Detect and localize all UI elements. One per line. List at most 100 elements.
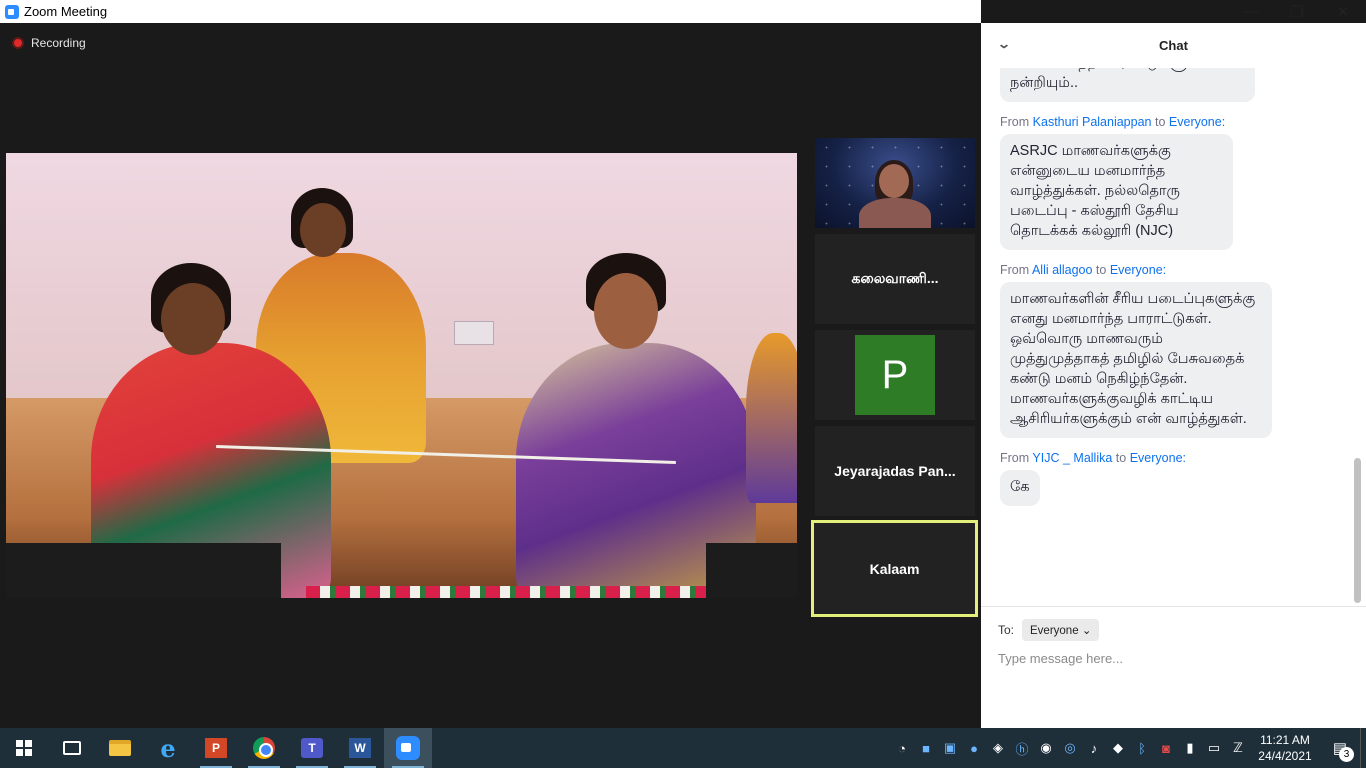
word-icon: W xyxy=(349,738,371,758)
chrome-button[interactable] xyxy=(240,728,288,768)
message-bubble: ... மனமார்ந்த பாராட்டுகளும் நன்றியும்.. xyxy=(1000,68,1255,102)
speaker-left xyxy=(6,543,281,598)
chat-messages: ... மனமார்ந்த பாராட்டுகளும் நன்றியும்.. … xyxy=(981,68,1351,608)
taskbar: e P T W ◔ ■ ▣ ● ◈ ⓗ ◉ ◎ ♪ ◆ ᛒ ◙ ▮ ▭ ℤ 11… xyxy=(0,728,1366,768)
internet-explorer-icon: e xyxy=(160,733,176,763)
message-bubble: கே xyxy=(1000,470,1040,506)
zoom-logo-icon xyxy=(5,4,19,19)
participant-avatar: P xyxy=(855,335,935,415)
window-controls: — ❐ ✕ xyxy=(1228,0,1366,23)
chat-scrollbar[interactable] xyxy=(1354,68,1361,608)
internet-explorer-button[interactable]: e xyxy=(144,728,192,768)
message-bubble: மாணவர்களின் சீரிய படைப்புகளுக்கு எனது மன… xyxy=(1000,282,1272,438)
recipient-name: Everyone: xyxy=(1109,263,1167,277)
recipient-name: Everyone: xyxy=(1129,451,1186,465)
language-icon[interactable]: ℤ xyxy=(1226,728,1250,768)
system-tray: ◔ ■ ▣ ● ◈ ⓗ ◉ ◎ ♪ ◆ ᛒ ◙ ▮ ▭ ℤ 11:21 AM 2… xyxy=(890,728,1366,768)
file-explorer-button[interactable] xyxy=(96,728,144,768)
participant-face xyxy=(879,164,909,198)
performer-edge xyxy=(746,333,797,503)
from-label: From xyxy=(1000,115,1030,129)
sync-icon[interactable]: ◎ xyxy=(1058,728,1082,768)
minimize-button[interactable]: — xyxy=(1228,0,1274,23)
wall-socket xyxy=(454,321,494,345)
windows-icon xyxy=(16,740,32,756)
participant-body xyxy=(859,198,931,228)
volume-icon[interactable]: ♪ xyxy=(1082,728,1106,768)
speaker-right xyxy=(706,543,797,598)
clock[interactable]: 11:21 AM 24/4/2021 xyxy=(1250,732,1320,764)
defender-icon[interactable]: ◆ xyxy=(1106,728,1130,768)
participant-name: Jeyarajadas Pan... xyxy=(834,463,956,479)
zoom-button[interactable] xyxy=(384,728,432,768)
to-word: to xyxy=(1154,115,1166,129)
security-icon[interactable]: ◈ xyxy=(986,728,1010,768)
chat-header: ⌄ Chat xyxy=(981,23,1366,68)
participant-tile-jeyarajadas[interactable]: Jeyarajadas Pan... xyxy=(815,426,975,516)
participant-tile-kalaam[interactable]: Kalaam xyxy=(811,520,978,617)
recipient-row: To: Everyone ⌄ xyxy=(998,619,1366,641)
title-bar: Zoom Meeting xyxy=(0,0,981,23)
from-label: From xyxy=(1000,263,1030,277)
participant-strip: கலைவாணி... P Jeyarajadas Pan... Kalaam xyxy=(811,138,978,623)
microphone-icon[interactable]: ▮ xyxy=(1178,728,1202,768)
teams-icon: T xyxy=(301,738,323,758)
chat-message: ... மனமார்ந்த பாராட்டுகளும் நன்றியும்.. xyxy=(1000,68,1351,115)
chat-panel: ⌄ Chat ... மனமார்ந்த பாராட்டுகளும் நன்றி… xyxy=(981,23,1366,728)
teams-button[interactable]: T xyxy=(288,728,336,768)
participant-tile-p[interactable]: P xyxy=(815,330,975,420)
time-label: 11:21 AM xyxy=(1260,733,1310,747)
chat-title: Chat xyxy=(1159,38,1188,53)
from-label: From xyxy=(1000,451,1030,465)
recording-indicator[interactable]: Recording xyxy=(12,36,86,50)
powerpoint-icon: P xyxy=(205,738,227,758)
to-label: To: xyxy=(998,623,1015,637)
zoom-tray-icon[interactable]: ● xyxy=(962,728,986,768)
start-button[interactable] xyxy=(0,728,48,768)
zoom-icon xyxy=(396,736,420,760)
recipient-dropdown[interactable]: Everyone ⌄ xyxy=(1022,619,1100,641)
recipient-name: Everyone: xyxy=(1168,115,1226,129)
scrollbar-thumb[interactable] xyxy=(1354,458,1361,603)
sender-name[interactable]: YIJC _ Mallika xyxy=(1032,451,1112,465)
chevron-down-icon[interactable]: ⌄ xyxy=(997,37,1011,51)
message-header: From Kasthuri Palaniappan to Everyone: xyxy=(1000,115,1351,129)
notification-button[interactable]: ▤ 3 xyxy=(1320,728,1360,768)
network-icon[interactable]: ◔ xyxy=(890,728,914,768)
app-tray-icon[interactable]: ▣ xyxy=(938,728,962,768)
record-dot-icon xyxy=(12,37,24,49)
chat-message: From YIJC _ Mallika to Everyone: கே xyxy=(1000,451,1351,519)
notification-count: 3 xyxy=(1339,747,1354,762)
performer-left-head xyxy=(161,283,225,355)
battery-icon[interactable]: ▭ xyxy=(1202,728,1226,768)
sender-name[interactable]: Alli allagoo xyxy=(1032,263,1092,277)
record-tray-icon[interactable]: ◙ xyxy=(1154,728,1178,768)
message-input[interactable] xyxy=(998,651,1338,666)
bluetooth-icon[interactable]: ᛒ xyxy=(1130,728,1154,768)
recipient-value: Everyone xyxy=(1030,625,1079,637)
message-header: From Alli allagoo to Everyone: xyxy=(1000,263,1351,277)
folder-icon xyxy=(109,740,131,756)
globe-icon[interactable]: ◉ xyxy=(1034,728,1058,768)
to-word: to xyxy=(1095,263,1107,277)
task-view-icon xyxy=(63,741,81,755)
chat-message: From Kasthuri Palaniappan to Everyone: A… xyxy=(1000,115,1351,263)
powerpoint-button[interactable]: P xyxy=(192,728,240,768)
flower-garland xyxy=(306,586,746,598)
show-desktop-button[interactable] xyxy=(1360,728,1366,768)
word-button[interactable]: W xyxy=(336,728,384,768)
participant-tile-kalaivani[interactable]: கலைவாணி... xyxy=(815,234,975,324)
task-view-button[interactable] xyxy=(48,728,96,768)
restore-button[interactable]: ❐ xyxy=(1274,0,1320,23)
chevron-down-icon: ⌄ xyxy=(1081,625,1092,637)
meeting-area: Recording கலைவாணி... P Jeyarajadas Pan..… xyxy=(0,23,981,728)
teams-tray-icon[interactable]: ■ xyxy=(914,728,938,768)
participant-tile-video[interactable] xyxy=(815,138,975,228)
main-video[interactable] xyxy=(6,153,797,598)
performer-right-head xyxy=(594,273,658,349)
chrome-icon xyxy=(253,737,275,759)
sender-name[interactable]: Kasthuri Palaniappan xyxy=(1033,115,1152,129)
date-label: 24/4/2021 xyxy=(1258,749,1312,763)
close-button[interactable]: ✕ xyxy=(1320,0,1366,23)
hp-icon[interactable]: ⓗ xyxy=(1010,728,1034,768)
